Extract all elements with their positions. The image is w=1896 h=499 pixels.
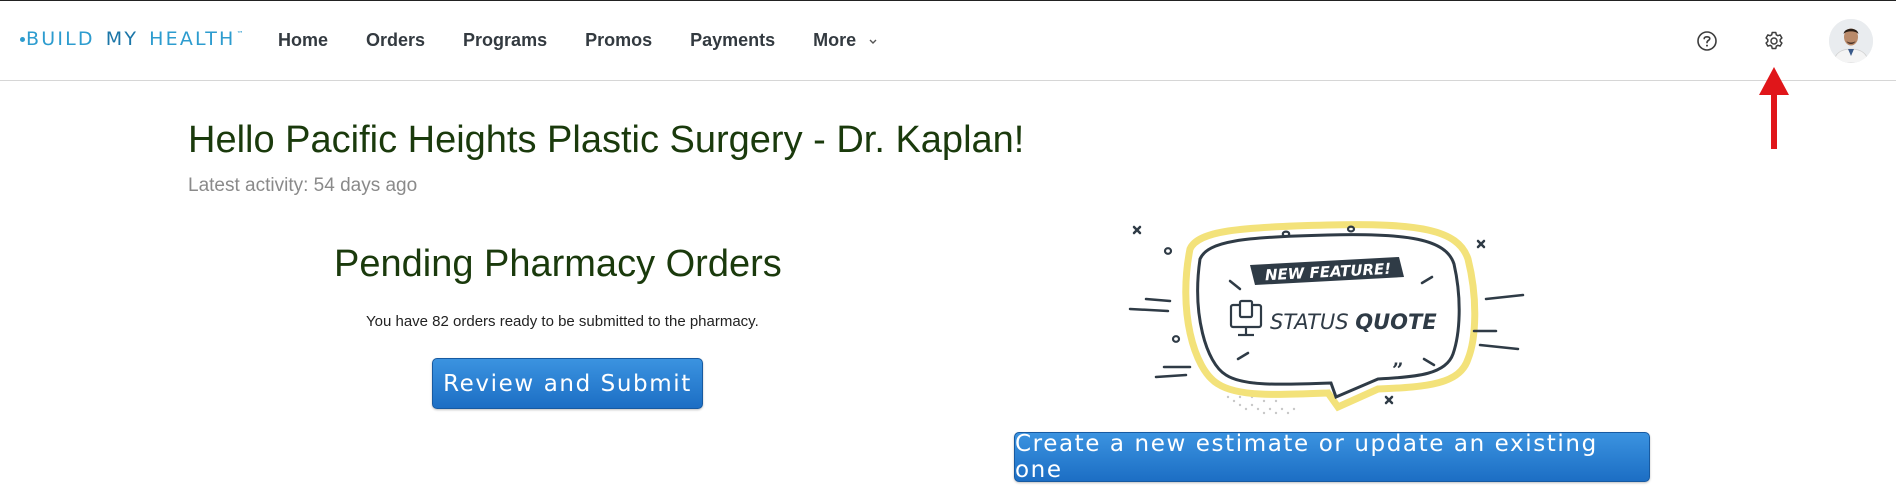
red-annotation-arrow — [1759, 67, 1789, 149]
avatar-image — [1829, 19, 1873, 63]
status-quote-logo-text: STATUS QUOTE — [1270, 310, 1437, 334]
logo-my: MY — [105, 28, 139, 50]
nav-payments[interactable]: Payments — [690, 30, 775, 51]
nav-programs[interactable]: Programs — [463, 30, 547, 51]
nav-promos-label: Promos — [585, 30, 653, 50]
nav-more-label: More — [813, 30, 857, 50]
nav-orders[interactable]: Orders — [366, 30, 425, 51]
page-greeting: Hello Pacific Heights Plastic Surgery - … — [188, 119, 1025, 161]
chevron-down-icon — [869, 39, 877, 44]
logo-health: HEALTH — [149, 28, 236, 50]
nav-promos[interactable]: Promos — [585, 30, 652, 51]
top-navbar: BUILD MY HEALTH ™ Home Orders Programs P… — [0, 1, 1896, 81]
logo-dot — [20, 37, 25, 42]
pending-orders-title: Pending Pharmacy Orders — [334, 243, 782, 285]
nav-orders-label: Orders — [366, 30, 426, 50]
nav-home[interactable]: Home — [278, 30, 328, 51]
help-icon[interactable] — [1694, 28, 1720, 54]
create-estimate-button[interactable]: Create a new estimate or update an exist… — [1014, 431, 1650, 483]
new-feature-illustration: NEW FEATURE! STATUS QUOTE ” — [1128, 221, 1525, 415]
logo-trademark: ™ — [236, 30, 244, 38]
review-and-submit-button[interactable]: Review and Submit — [432, 358, 703, 409]
nav-home-label: Home — [278, 30, 329, 50]
main-nav: Home Orders Programs Promos Payments Mor… — [278, 30, 916, 51]
brand-logo[interactable]: BUILD MY HEALTH ™ — [20, 28, 244, 50]
pending-orders-text: You have 82 orders ready to be submitted… — [366, 313, 759, 330]
nav-more-dropdown[interactable]: More — [813, 30, 878, 51]
gear-icon[interactable] — [1761, 28, 1787, 54]
nav-payments-label: Payments — [690, 30, 776, 50]
nav-programs-label: Programs — [463, 30, 548, 50]
logo-build: BUILD — [26, 28, 95, 50]
svg-text:”: ” — [1392, 358, 1404, 382]
latest-activity: Latest activity: 54 days ago — [188, 175, 418, 196]
user-avatar[interactable] — [1829, 19, 1873, 63]
